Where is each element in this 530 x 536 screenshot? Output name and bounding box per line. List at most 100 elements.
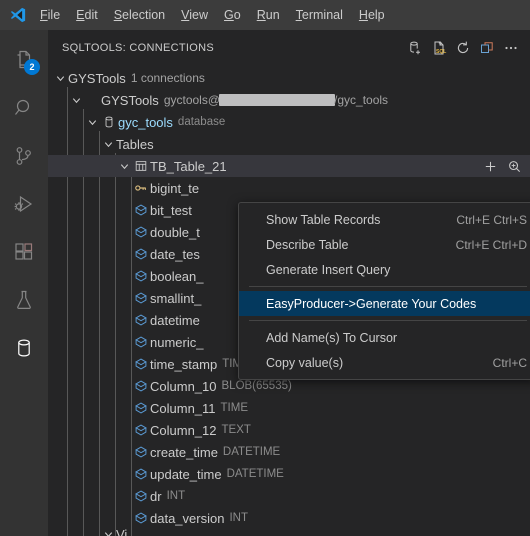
column-name: double_t <box>150 224 200 240</box>
context-menu-item-label: Describe Table <box>266 237 349 252</box>
tree-row-connection[interactable]: GYSTools gyctools@/gyc_tools <box>48 89 530 111</box>
more-actions-icon <box>505 46 517 49</box>
activity-item-testing[interactable] <box>0 276 48 324</box>
column-icon <box>132 423 150 437</box>
chevron-down-icon[interactable] <box>68 89 84 111</box>
tree-row-column[interactable]: update_time DATETIME <box>48 463 530 485</box>
tree-row-table[interactable]: TB_Table_21 <box>48 155 530 177</box>
column-name: create_time <box>150 444 218 460</box>
column-type: TEXT <box>221 424 251 436</box>
column-icon <box>132 401 150 415</box>
tree-row-group[interactable]: GYSTools 1 connections <box>48 67 530 89</box>
chevron-down-icon[interactable] <box>84 111 100 133</box>
tree-row-views-partial[interactable]: Vi <box>48 529 530 536</box>
chevron-right-icon[interactable] <box>100 529 116 536</box>
collapse-all-button[interactable] <box>476 37 498 59</box>
context-menu-item-label: Copy value(s) <box>266 355 344 370</box>
activity-item-search[interactable] <box>0 84 48 132</box>
tree-row-column[interactable]: create_time DATETIME <box>48 441 530 463</box>
tables-folder-label: Tables <box>116 136 154 152</box>
activity-item-database[interactable] <box>0 324 48 372</box>
chevron-down-icon[interactable] <box>100 133 116 155</box>
tree-row-column[interactable]: data_version INT <box>48 507 530 529</box>
context-menu: Show Table Records Ctrl+E Ctrl+S Describe … <box>238 202 530 380</box>
add-connection-button[interactable] <box>404 37 426 59</box>
context-menu-item[interactable]: Show Table Records Ctrl+E Ctrl+S <box>239 207 530 232</box>
column-name: time_stamp <box>150 356 218 372</box>
menu-view[interactable]: View <box>173 4 216 26</box>
context-menu-item[interactable]: Describe Table Ctrl+E Ctrl+D <box>239 232 530 257</box>
column-name: datetime <box>150 312 200 328</box>
group-sub: 1 connections <box>130 71 205 85</box>
run-debug-icon <box>14 195 33 213</box>
column-type: INT <box>166 490 186 502</box>
column-name: smallint_ <box>150 290 202 306</box>
activity-item-source-control[interactable] <box>0 132 48 180</box>
column-icon <box>132 467 150 481</box>
column-icon <box>132 445 150 459</box>
column-icon <box>132 247 150 261</box>
tree-row-column[interactable]: dr INT <box>48 485 530 507</box>
column-name: date_tes <box>150 246 200 262</box>
column-name: Column_11 <box>150 400 216 416</box>
panel-header: SQLTOOLS: CONNECTIONS SQL <box>48 30 530 65</box>
menu-help[interactable]: Help <box>351 4 393 26</box>
context-menu-item[interactable]: Copy value(s) Ctrl+C <box>239 350 530 375</box>
tree-row-column[interactable]: Column_12 TEXT <box>48 419 530 441</box>
column-icon <box>132 357 150 371</box>
more-actions-button[interactable] <box>500 37 522 59</box>
tree-row-column[interactable]: bigint_te <box>48 177 530 199</box>
column-type: INT <box>229 512 248 524</box>
context-menu-item-label: Show Table Records <box>266 212 381 227</box>
column-name: data_version <box>150 510 225 526</box>
tree-row-database[interactable]: gyc_tools database <box>48 111 530 133</box>
extensions-icon <box>15 243 33 260</box>
context-menu-item[interactable]: Generate Insert Query <box>239 257 530 282</box>
column-icon <box>132 225 150 239</box>
menu-run[interactable]: Run <box>249 4 288 26</box>
search-table-icon[interactable] <box>504 156 524 176</box>
database-sub: database <box>177 116 226 128</box>
connection-string: gyctools@/gyc_tools <box>163 93 389 107</box>
context-menu-item[interactable]: Add Name(s) To Cursor <box>239 325 530 350</box>
context-menu-item-shortcut: Ctrl+E Ctrl+S <box>456 212 527 227</box>
add-icon[interactable] <box>480 156 500 176</box>
menu-selection[interactable]: Selection <box>106 4 173 26</box>
menu-file[interactable]: File <box>32 4 68 26</box>
menu-go[interactable]: Go <box>216 4 249 26</box>
column-name: update_time <box>150 466 222 482</box>
column-icon <box>132 291 150 305</box>
activity-item-extensions[interactable] <box>0 228 48 276</box>
activity-item-explorer[interactable]: 2 <box>0 36 48 84</box>
column-type: TIME <box>220 402 249 414</box>
menu-terminal[interactable]: Terminal <box>288 4 351 26</box>
refresh-button[interactable] <box>452 37 474 59</box>
refresh-icon <box>457 41 469 53</box>
context-menu-item-shortcut: Ctrl+C <box>492 355 527 370</box>
source-control-icon <box>16 147 31 165</box>
tree-row-column[interactable]: Column_11 TIME <box>48 397 530 419</box>
explorer-badge: 2 <box>24 59 40 75</box>
database-icon <box>100 115 118 129</box>
context-menu-separator <box>249 286 527 287</box>
search-icon <box>15 99 30 115</box>
activity-item-run-debug[interactable] <box>0 180 48 228</box>
chevron-down-icon[interactable] <box>116 155 132 177</box>
column-name: Column_12 <box>150 422 217 438</box>
new-sql-file-button[interactable]: SQL <box>428 37 450 59</box>
column-icon <box>132 269 150 283</box>
context-menu-item-label: Add Name(s) To Cursor <box>266 330 398 345</box>
column-type: DATETIME <box>222 446 281 458</box>
column-type: BLOB(65535) <box>221 380 292 392</box>
tree-row-tables-folder[interactable]: Tables <box>48 133 530 155</box>
column-icon <box>132 489 150 503</box>
column-name: bigint_te <box>150 180 200 196</box>
column-icon <box>132 203 150 217</box>
panel-actions: SQL <box>404 37 522 59</box>
menu-edit[interactable]: Edit <box>68 4 106 26</box>
context-menu-separator <box>249 320 527 321</box>
chevron-down-icon[interactable] <box>52 67 68 89</box>
table-label: TB_Table_21 <box>150 158 227 174</box>
context-menu-item-label: Generate Insert Query <box>266 262 391 277</box>
context-menu-item[interactable]: EasyProducer->Generate Your Codes <box>239 291 530 316</box>
